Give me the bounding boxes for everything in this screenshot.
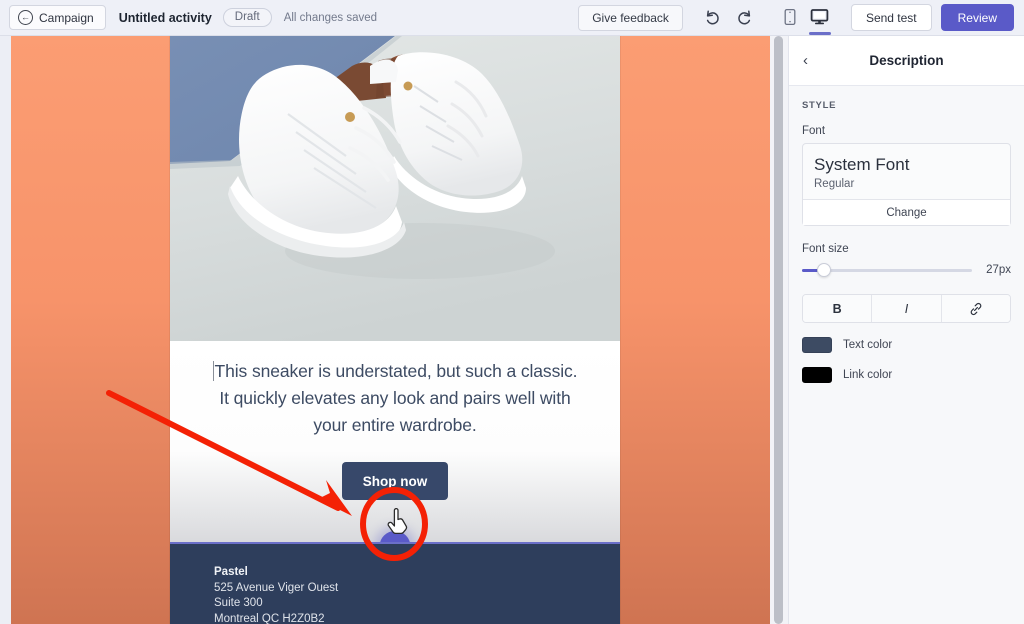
give-feedback-button[interactable]: Give feedback [578, 4, 683, 31]
link-icon [970, 302, 982, 315]
redo-icon [738, 10, 751, 25]
text-color-row[interactable]: Text color [802, 337, 1011, 353]
shop-now-button[interactable]: Shop now [342, 462, 448, 500]
italic-button[interactable]: I [872, 295, 942, 322]
link-button[interactable] [941, 295, 1010, 322]
bold-label: B [832, 301, 842, 316]
desktop-view-button[interactable] [805, 1, 835, 35]
font-size-label: Font size [802, 243, 849, 255]
text-cursor [212, 361, 214, 381]
footer-address-line: Montreal QC H2Z0B2 [214, 612, 325, 624]
desktop-view-icon [811, 8, 829, 24]
font-field-label: Font [802, 125, 826, 137]
undo-button[interactable] [697, 3, 729, 33]
text-color-swatch[interactable] [802, 337, 832, 353]
panel-body: STYLE Font System Font Regular Change Fo… [789, 86, 1024, 383]
save-status-text: All changes saved [283, 11, 378, 24]
font-size-slider[interactable] [802, 263, 972, 277]
description-text: This sneaker is understated, but such a … [214, 361, 578, 435]
link-color-row[interactable]: Link color [802, 367, 1011, 383]
font-name-value: System Font [814, 155, 910, 174]
chevron-left-icon[interactable]: ‹ [803, 52, 808, 69]
send-test-button[interactable]: Send test [850, 4, 932, 31]
device-preview-toggle [775, 1, 835, 35]
link-color-swatch[interactable] [802, 367, 832, 383]
mobile-view-button[interactable] [775, 1, 805, 35]
slider-thumb[interactable] [817, 263, 832, 277]
give-feedback-label: Give feedback [592, 10, 669, 25]
canvas-left-gutter [0, 36, 11, 624]
font-size-value: 27px [986, 264, 1011, 276]
email-canvas[interactable]: This sneaker is understated, but such a … [0, 36, 788, 624]
status-badge: Draft [222, 8, 272, 27]
top-toolbar: ← Campaign Untitled activity Draft All c… [0, 0, 1024, 36]
font-style-value: Regular [814, 178, 855, 190]
canvas-scrollbar[interactable] [770, 36, 788, 624]
document-title[interactable]: Untitled activity [119, 11, 212, 25]
style-section-label: STYLE [802, 100, 837, 111]
undo-icon [707, 10, 720, 25]
email-editor-app: ← Campaign Untitled activity Draft All c… [0, 0, 1024, 624]
style-side-panel: ‹ Description STYLE Font System Font Reg… [788, 36, 1024, 624]
link-color-label: Link color [843, 369, 893, 381]
footer-company-name: Pastel [214, 566, 248, 578]
pointing-hand-cursor [387, 508, 408, 534]
history-controls [697, 3, 761, 33]
panel-title: Description [869, 53, 944, 68]
font-selector-display: System Font Regular [803, 144, 1010, 199]
toolbar-actions: Give feedback Send test Review [578, 0, 1024, 36]
text-color-label: Text color [843, 339, 893, 351]
send-test-label: Send test [865, 10, 917, 25]
redo-button[interactable] [729, 3, 761, 33]
bold-button[interactable]: B [803, 295, 873, 322]
circle-arrow-left-icon: ← [18, 10, 33, 25]
font-size-slider-row: 27px [802, 263, 1011, 277]
review-button[interactable]: Review [940, 4, 1014, 31]
description-text-block[interactable]: This sneaker is understated, but such a … [210, 358, 580, 439]
back-to-campaign-button[interactable]: ← Campaign [9, 5, 106, 30]
panel-header: ‹ Description [789, 36, 1024, 86]
footer-address-line: 525 Avenue Viger Ouest [214, 581, 339, 594]
footer-address-line: Suite 300 [214, 597, 263, 609]
back-to-campaign-label: Campaign [39, 10, 94, 25]
white-sneakers-photo [170, 36, 620, 341]
email-footer-block[interactable]: Pastel 525 Avenue Viger Ouest Suite 300 … [170, 542, 620, 624]
email-preview[interactable]: This sneaker is understated, but such a … [170, 36, 620, 624]
italic-label: I [904, 301, 909, 316]
scrollbar-thumb[interactable] [774, 36, 783, 624]
change-font-button[interactable]: Change [803, 199, 1010, 225]
mobile-view-icon [784, 8, 796, 25]
hero-image[interactable] [170, 36, 620, 341]
font-size-control: Font size 27px [802, 243, 1011, 277]
text-style-buttons: B I [802, 294, 1011, 323]
font-selector[interactable]: System Font Regular Change [802, 143, 1011, 226]
review-label: Review [957, 10, 997, 25]
